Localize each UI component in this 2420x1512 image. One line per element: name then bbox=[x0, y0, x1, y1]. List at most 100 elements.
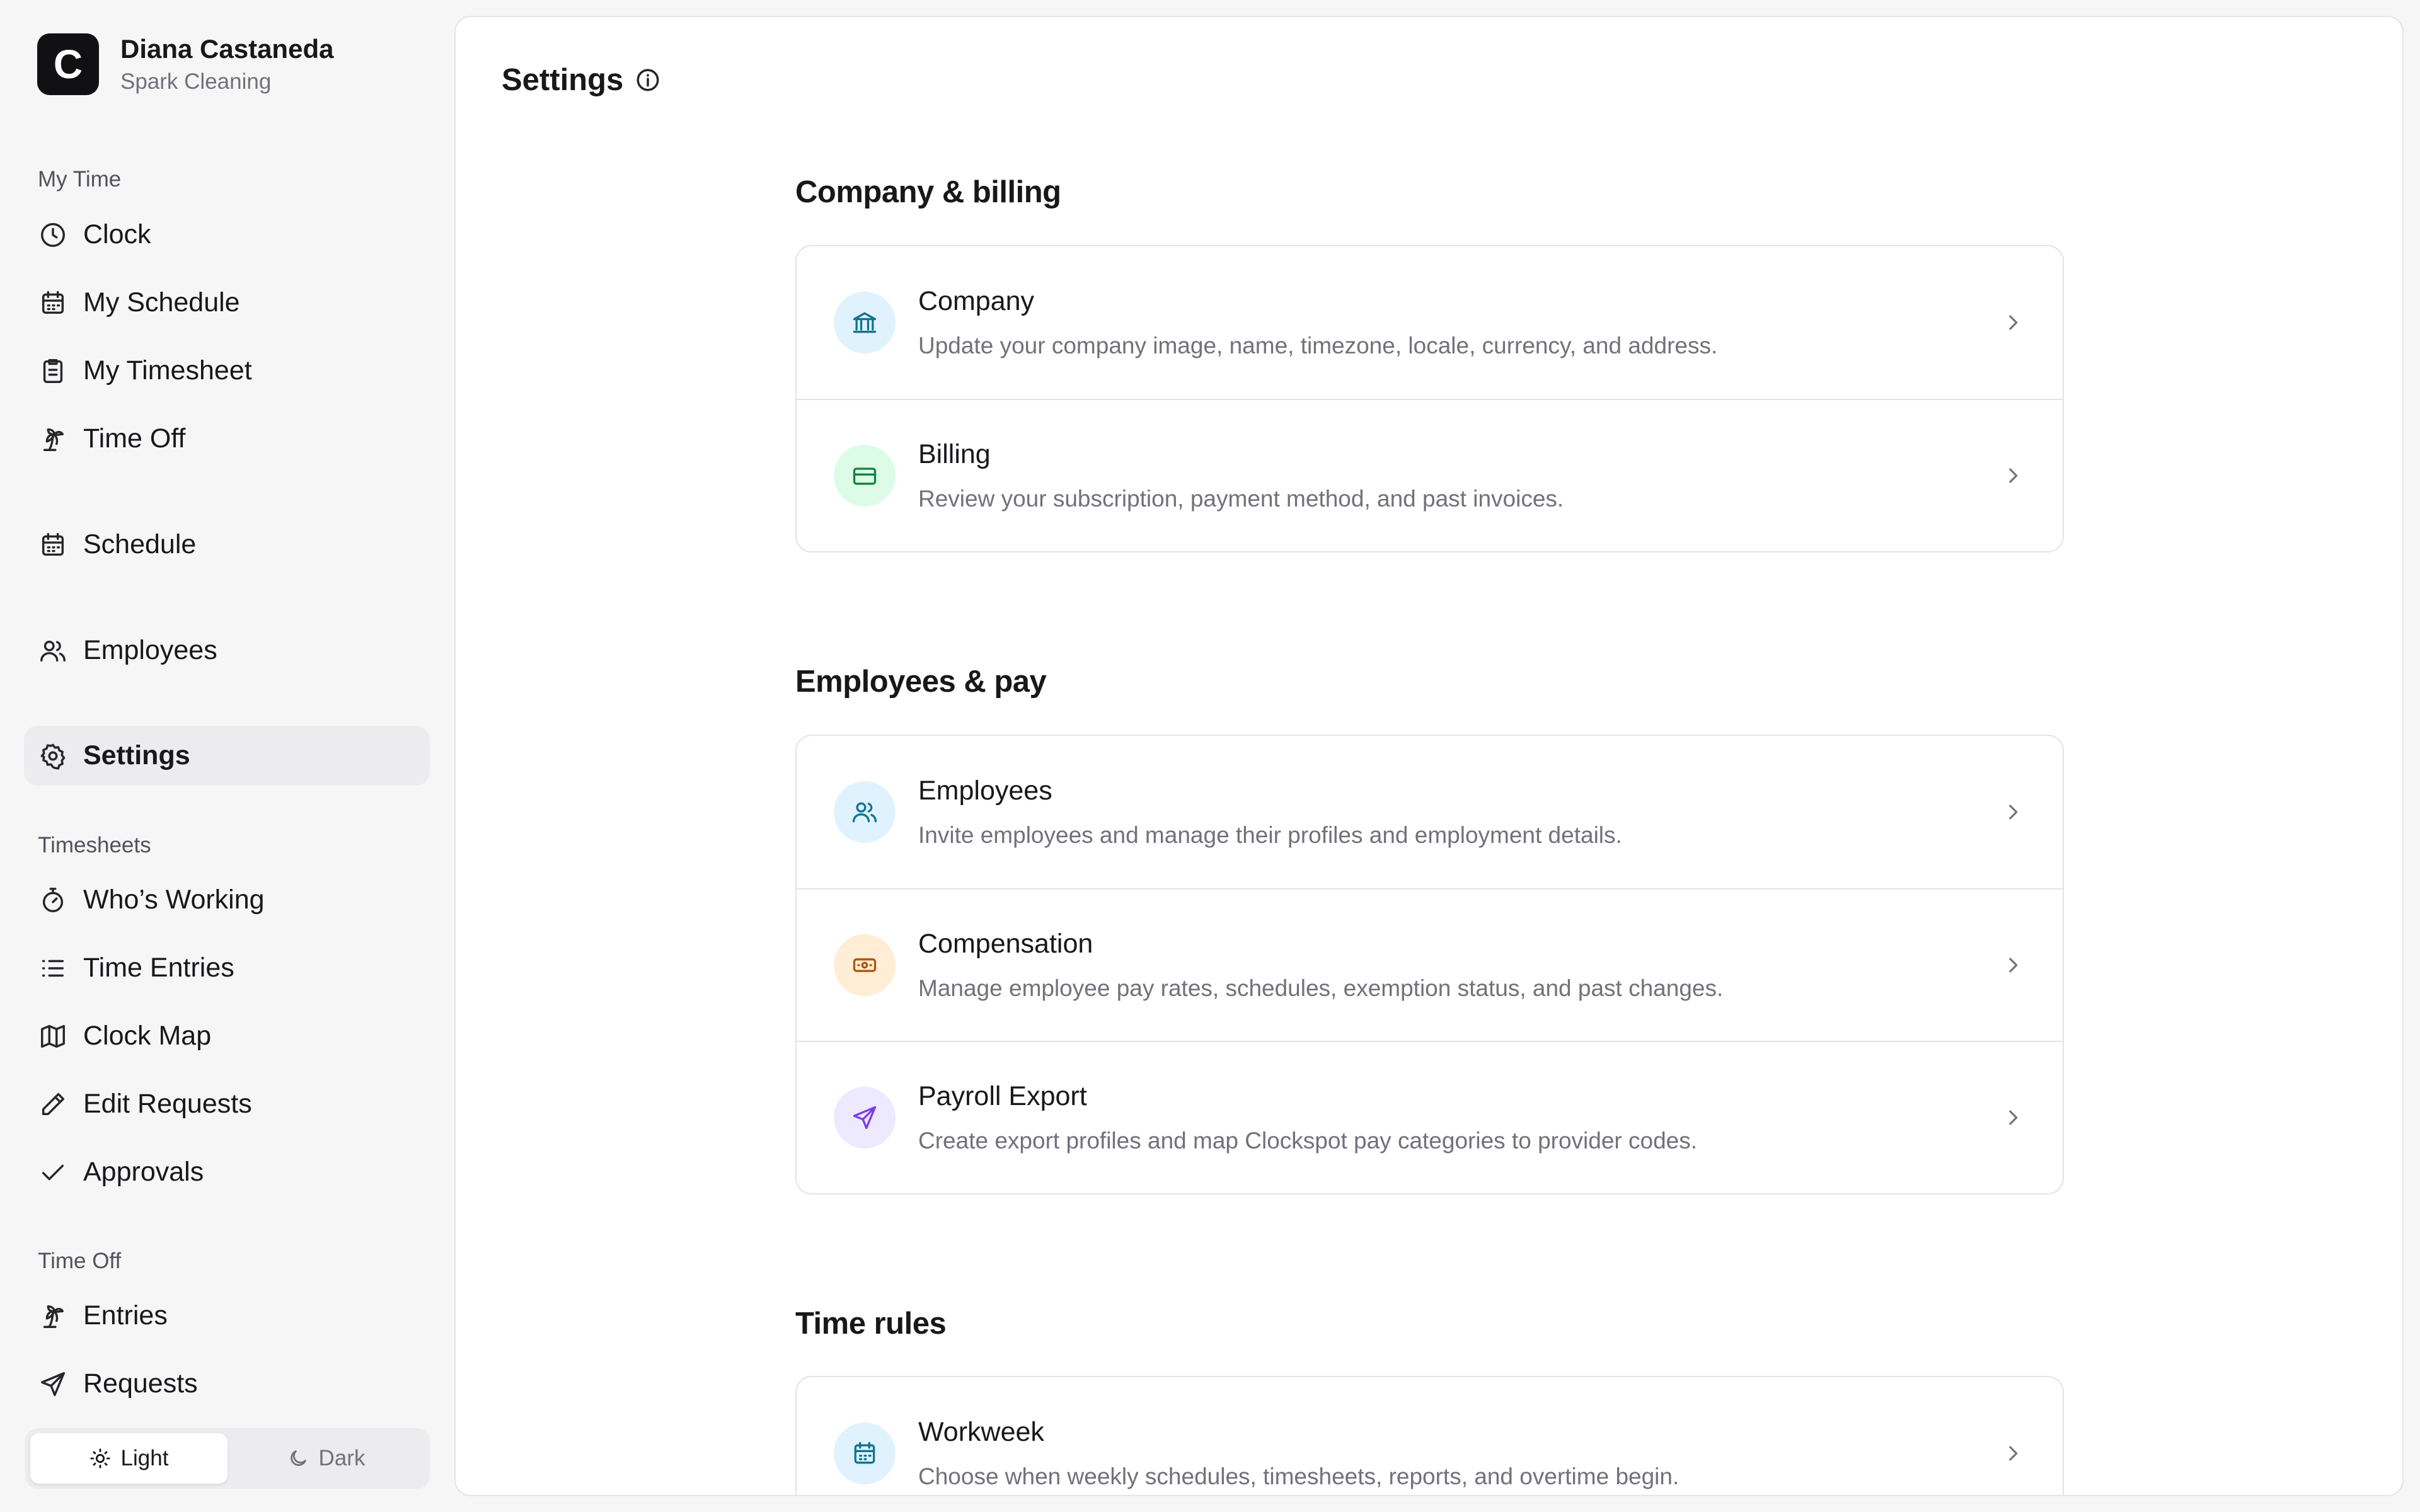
sidebar-item-settings[interactable]: Settings bbox=[24, 726, 430, 786]
palm-tree-icon bbox=[38, 1301, 68, 1331]
moon-icon bbox=[290, 1450, 306, 1466]
sidebar-item-label: Requests bbox=[83, 1368, 198, 1399]
settings-row-employees[interactable]: Employees Invite employees and manage th… bbox=[797, 736, 2063, 888]
row-description: Create export profiles and map Clockspot… bbox=[918, 1127, 1698, 1154]
row-description: Choose when weekly schedules, timesheets… bbox=[918, 1463, 1680, 1489]
calendar-icon bbox=[38, 530, 68, 560]
row-title: Billing bbox=[918, 439, 991, 469]
chevron-right-icon bbox=[2002, 1107, 2024, 1128]
row-description: Invite employees and manage their profil… bbox=[918, 822, 1622, 848]
sun-icon bbox=[89, 1448, 110, 1469]
row-text: Company Update your company image, name,… bbox=[918, 285, 1717, 360]
theme-dark-label: Dark bbox=[318, 1446, 366, 1470]
calendar-icon bbox=[834, 1423, 896, 1484]
sidebar-item-label: Clock bbox=[83, 219, 151, 249]
stopwatch-icon bbox=[38, 885, 68, 915]
settings-row-company[interactable]: Company Update your company image, name,… bbox=[797, 246, 2063, 399]
sidebar-item-label: Employees bbox=[83, 635, 217, 665]
row-description: Manage employee pay rates, schedules, ex… bbox=[918, 975, 1724, 1001]
sidebar-item-my-timesheet[interactable]: My Timesheet bbox=[24, 341, 430, 401]
row-text: Workweek Choose when weekly schedules, t… bbox=[918, 1416, 1679, 1491]
gear-icon bbox=[38, 741, 68, 771]
profile-text: Diana Castaneda Spark Cleaning bbox=[120, 33, 333, 95]
card-employees-pay: Employees Invite employees and manage th… bbox=[795, 735, 2064, 1194]
send-icon bbox=[834, 1087, 896, 1148]
section-title-time-rules: Time rules bbox=[795, 1307, 947, 1341]
row-text: Employees Invite employees and manage th… bbox=[918, 775, 1622, 849]
pencil-icon bbox=[38, 1089, 68, 1120]
settings-row-compensation[interactable]: Compensation Manage employee pay rates, … bbox=[797, 888, 2063, 1041]
sidebar-item-requests[interactable]: Requests bbox=[24, 1354, 430, 1414]
row-title: Payroll Export bbox=[918, 1081, 1087, 1111]
list-icon bbox=[38, 953, 68, 983]
chevron-right-icon bbox=[2002, 1443, 2024, 1464]
page-title: Settings bbox=[502, 63, 624, 97]
user-name: Diana Castaneda bbox=[120, 33, 334, 64]
theme-light-button[interactable]: Light bbox=[30, 1433, 228, 1484]
row-title: Workweek bbox=[918, 1417, 1044, 1447]
users-icon bbox=[38, 636, 68, 666]
sidebar-item-clock[interactable]: Clock bbox=[24, 205, 430, 265]
section-title-company-billing: Company & billing bbox=[795, 175, 1061, 209]
company-logo: C bbox=[37, 33, 99, 95]
bank-icon bbox=[834, 292, 896, 353]
sidebar-item-label: Schedule bbox=[83, 529, 197, 559]
row-text: Payroll Export Create export profiles an… bbox=[918, 1080, 1697, 1155]
sidebar-item-label: Edit Requests bbox=[83, 1089, 252, 1119]
theme-light-label: Light bbox=[120, 1446, 169, 1470]
row-title: Employees bbox=[918, 776, 1052, 806]
page-header: Settings bbox=[502, 55, 661, 105]
sidebar-item-label: Approvals bbox=[83, 1157, 204, 1187]
sidebar-item-time-entries[interactable]: Time Entries bbox=[24, 938, 430, 998]
clock-icon bbox=[38, 220, 68, 250]
sidebar-item-label: My Timesheet bbox=[83, 355, 252, 386]
sidebar-item-label: Settings bbox=[83, 740, 190, 770]
chevron-right-icon bbox=[2002, 954, 2024, 976]
info-icon[interactable] bbox=[635, 67, 661, 93]
row-title: Compensation bbox=[918, 929, 1093, 959]
row-title: Company bbox=[918, 286, 1035, 316]
card-company-billing: Company Update your company image, name,… bbox=[795, 245, 2064, 553]
users-icon bbox=[834, 781, 896, 843]
nav-section-my-time: My Time bbox=[38, 167, 122, 192]
map-icon bbox=[38, 1021, 68, 1051]
sidebar-item-label: Time Entries bbox=[83, 953, 234, 983]
sidebar-item-whos-working[interactable]: Who’s Working bbox=[24, 870, 430, 930]
banknote-icon bbox=[834, 934, 896, 996]
settings-row-billing[interactable]: Billing Review your subscription, paymen… bbox=[797, 399, 2063, 551]
row-description: Review your subscription, payment method… bbox=[918, 485, 1564, 512]
sidebar-item-employees[interactable]: Employees bbox=[24, 621, 430, 680]
sidebar-item-label: Entries bbox=[83, 1300, 168, 1331]
sidebar-item-edit-requests[interactable]: Edit Requests bbox=[24, 1074, 430, 1134]
sidebar-item-entries[interactable]: Entries bbox=[24, 1286, 430, 1346]
sidebar-item-label: Time Off bbox=[83, 423, 186, 454]
nav-section-time-off: Time Off bbox=[38, 1249, 122, 1273]
sidebar: C Diana Castaneda Spark Cleaning My Time… bbox=[0, 0, 454, 1512]
chevron-right-icon bbox=[2002, 465, 2024, 486]
sidebar-item-approvals[interactable]: Approvals bbox=[24, 1142, 430, 1202]
check-icon bbox=[38, 1157, 68, 1188]
sidebar-item-clock-map[interactable]: Clock Map bbox=[24, 1006, 430, 1066]
calendar-icon bbox=[38, 288, 68, 318]
sidebar-item-label: Who’s Working bbox=[83, 885, 265, 915]
theme-toggle: Light Dark bbox=[25, 1428, 430, 1489]
settings-row-payroll-export[interactable]: Payroll Export Create export profiles an… bbox=[797, 1041, 2063, 1193]
section-title-employees-pay: Employees & pay bbox=[795, 665, 1047, 699]
company-name: Spark Cleaning bbox=[120, 69, 272, 94]
theme-dark-button[interactable]: Dark bbox=[228, 1433, 425, 1484]
palm-tree-icon bbox=[38, 424, 68, 454]
app-root: C Diana Castaneda Spark Cleaning My Time… bbox=[0, 0, 2420, 1512]
sidebar-item-schedule[interactable]: Schedule bbox=[24, 515, 430, 575]
clipboard-icon bbox=[38, 356, 68, 386]
settings-row-workweek[interactable]: Workweek Choose when weekly schedules, t… bbox=[797, 1377, 2063, 1495]
sidebar-item-label: Clock Map bbox=[83, 1021, 212, 1051]
nav-section-timesheets: Timesheets bbox=[38, 833, 151, 857]
sidebar-item-label: My Schedule bbox=[83, 287, 240, 318]
sidebar-item-my-schedule[interactable]: My Schedule bbox=[24, 273, 430, 333]
main-panel: Settings Company & billing Company Updat… bbox=[454, 16, 2404, 1496]
credit-card-icon bbox=[834, 445, 896, 507]
row-text: Compensation Manage employee pay rates, … bbox=[918, 928, 1723, 1002]
row-description: Update your company image, name, timezon… bbox=[918, 332, 1718, 358]
sidebar-item-time-off[interactable]: Time Off bbox=[24, 409, 430, 469]
account-switcher[interactable]: C Diana Castaneda Spark Cleaning bbox=[37, 33, 333, 95]
